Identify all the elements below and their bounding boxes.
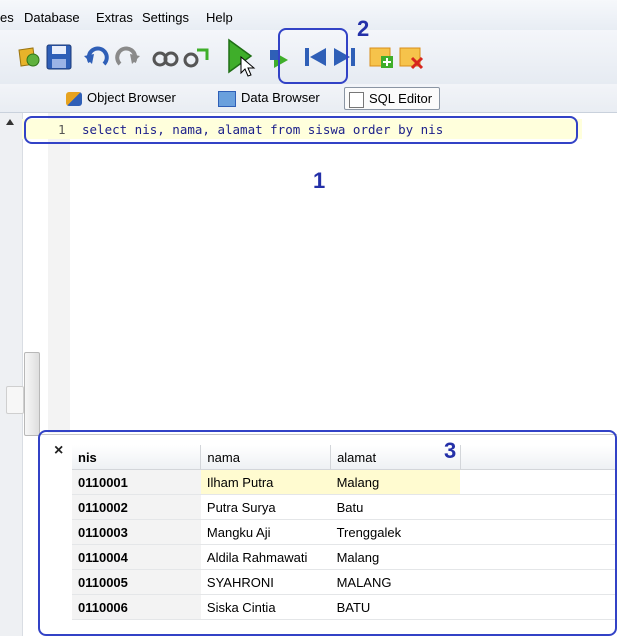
execute-button[interactable] [218,38,262,77]
tab-sql-editor-label: SQL Editor [369,91,433,106]
annotation-number-2: 2 [357,16,370,41]
tab-object-browser-label: Object Browser [87,90,176,105]
collapse-arrow-icon[interactable] [6,119,14,125]
annotation-number-3: 3 [444,438,457,463]
add-row-icon[interactable] [366,42,396,72]
menu-settings[interactable]: Settings [142,10,189,25]
splitter-handle[interactable] [24,352,40,436]
connect-icon[interactable] [14,42,44,72]
annotation-box-execute [278,28,348,84]
menu-extras[interactable]: Extras [96,10,133,25]
menu-tables[interactable]: es [0,10,14,25]
editor-gutter [48,113,70,433]
save-icon[interactable] [44,42,74,72]
tab-data-browser-label: Data Browser [241,90,320,105]
tab-object-browser[interactable]: Object Browser [66,87,176,108]
tab-data-browser[interactable]: Data Browser [218,87,320,108]
view-tabs: Object Browser Data Browser SQL Editor [0,84,617,113]
refresh-icon[interactable] [180,42,210,72]
menu-database[interactable]: Database [24,10,80,25]
data-browser-icon [218,90,236,107]
undo-icon[interactable] [82,42,112,72]
view-icon[interactable] [150,42,180,72]
object-browser-icon [66,91,82,106]
redo-icon[interactable] [112,42,142,72]
annotation-box-query [24,116,578,144]
cursor-icon [240,56,256,77]
annotation-box-results [38,430,617,636]
delete-row-icon[interactable] [396,42,426,72]
menu-bar: es Database Extras Settings Help [0,0,617,31]
side-panel-tab[interactable] [6,386,24,414]
menu-help[interactable]: Help [206,10,233,25]
annotation-number-1: 1 [313,168,326,193]
sql-editor[interactable]: 1 select nis, nama, alamat from siswa or… [0,113,617,433]
sql-editor-icon [349,91,364,108]
tab-sql-editor[interactable]: SQL Editor [344,87,441,110]
